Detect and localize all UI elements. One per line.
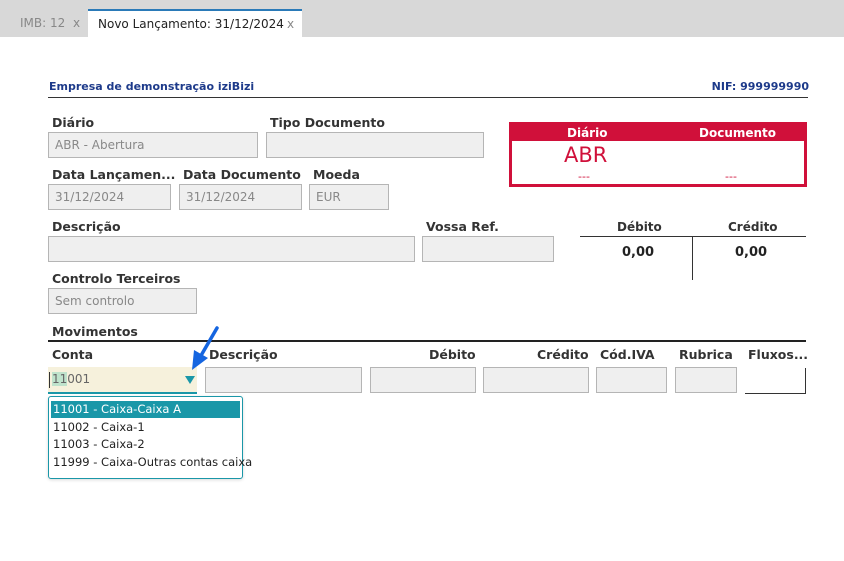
tab-novo-lancamento[interactable]: Novo Lançamento: 31/12/2024 x [88,9,302,37]
text-caret [49,372,50,388]
moeda-label: Moeda [313,167,360,182]
total-debito-value: 0,00 [622,245,655,260]
data-documento-label: Data Documento [183,167,301,182]
summary-box: Diário Documento ABR --- --- [509,122,807,187]
tab-bar: IMB: 12 x Novo Lançamento: 31/12/2024 x [0,0,844,37]
totals-divider [580,236,806,237]
chevron-down-icon[interactable] [185,376,195,384]
conta-dropdown: 11001 - Caixa-Caixa A 11002 - Caixa-1 11… [48,396,252,479]
data-lancamento-field[interactable]: 31/12/2024 [48,184,171,210]
col-conta: Conta [52,347,94,362]
totals-separator [692,237,693,280]
data-lancamento-label: Data Lançamen... [52,167,176,182]
summary-diario-dash: --- [578,170,590,183]
descricao-field[interactable] [48,236,415,262]
mov-cod-iva-field[interactable] [596,367,667,393]
tab-label: IMB: 12 [20,16,66,30]
close-icon[interactable]: x [287,11,294,37]
conta-selected-text: 11 [52,372,68,386]
col-fluxos: Fluxos... [748,347,809,362]
mov-fluxos-field[interactable] [745,393,806,394]
col-rubrica: Rubrica [679,347,733,362]
data-documento-field[interactable]: 31/12/2024 [179,184,302,210]
movimentos-title: Movimentos [52,324,138,339]
mov-debito-field[interactable] [370,367,476,393]
total-credito-value: 0,00 [735,245,768,260]
summary-diario-value: ABR [564,143,608,167]
col-credito: Crédito [537,347,589,362]
total-credito-label: Crédito [728,220,778,234]
mov-credito-field[interactable] [483,367,589,393]
col-cod-iva: Cód.IVA [600,347,655,362]
controlo-terceiros-field[interactable]: Sem controlo [48,288,197,314]
company-name: Empresa de demonstração iziBizi [49,80,255,93]
mov-descricao-field[interactable] [205,367,362,393]
conta-input[interactable]: 11001 [48,367,197,394]
conta-rest-text: 001 [67,372,91,386]
pointer-arrow-icon [192,326,219,370]
tab-label: Novo Lançamento: 31/12/2024 [98,17,284,31]
moeda-field[interactable]: EUR [309,184,389,210]
movimentos-divider [48,340,806,342]
dropdown-option[interactable]: 11003 - Caixa-2 [51,436,240,453]
descricao-label: Descrição [52,219,121,234]
col-debito: Débito [429,347,476,362]
summary-header: Diário Documento [512,125,804,141]
close-icon[interactable]: x [73,9,80,37]
diario-field[interactable]: ABR - Abertura [48,132,258,158]
controlo-terceiros-label: Controlo Terceiros [52,271,181,286]
tipo-documento-field[interactable] [266,132,484,158]
nif-value: NIF: 999999990 [711,80,809,93]
tipo-documento-label: Tipo Documento [270,115,385,130]
dropdown-option[interactable]: 11001 - Caixa-Caixa A [51,401,240,418]
dropdown-option[interactable]: 11002 - Caixa-1 [51,419,240,436]
mov-rubrica-field[interactable] [675,367,737,393]
dropdown-option[interactable]: 11999 - Caixa-Outras contas caixa [51,454,252,471]
summary-documento-dash: --- [725,170,737,183]
vossa-ref-field[interactable] [422,236,554,262]
total-debito-label: Débito [617,220,662,234]
summary-documento-label: Documento [699,126,777,140]
tab-imb[interactable]: IMB: 12 x [10,9,88,37]
mov-fluxos-border [805,368,806,394]
header-divider [48,97,808,98]
summary-diario-label: Diário [567,126,608,140]
diario-label: Diário [52,115,95,130]
vossa-ref-label: Vossa Ref. [426,219,499,234]
